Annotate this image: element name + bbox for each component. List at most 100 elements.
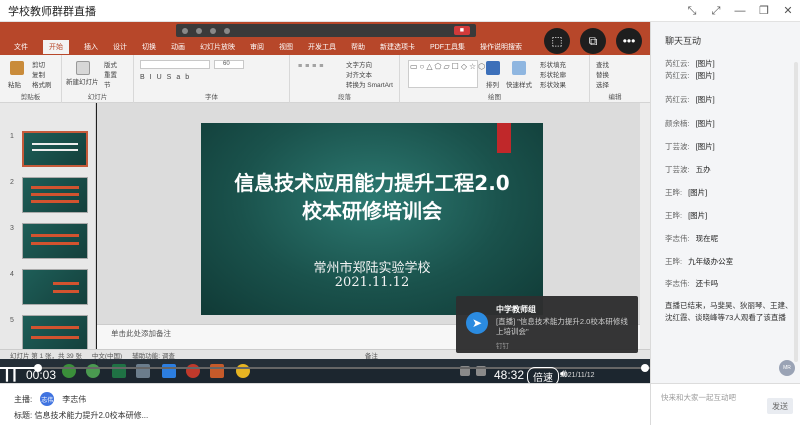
host-row: 主播: 志伟 李志伟 — [14, 392, 86, 406]
ribbon-group-label: 编辑 — [608, 94, 622, 101]
notification-source: 钉钉 — [496, 343, 509, 350]
avatar: 志伟 — [40, 392, 55, 406]
ribbon-item-shape-effects: 形状效果 — [540, 82, 566, 89]
notification-popup[interactable]: ➤ 中学教师组 [直播] "信息技术能力提升2.0校本研修线上培训会" 钉钉 — [456, 296, 638, 353]
ribbon-item-cut: 剪切 — [32, 62, 45, 69]
window-titlebar: 学校教师群群直播 ⤡ ⤢ — ❐ ✕ — [0, 0, 800, 22]
host-label: 主播: — [14, 394, 33, 404]
chat-message: 李志伟: 还卡吗 — [665, 279, 719, 288]
ribbon-item-paste: 粘贴 — [8, 82, 21, 89]
ribbon-group-label: 段落 — [338, 94, 351, 101]
current-slide: 信息技术应用能力提升工程2.0 校本研修培训会 常州市郑陆实验学校 2021.1… — [201, 123, 543, 315]
slide-scrollbar — [640, 103, 650, 369]
tab-view: 视图 — [279, 44, 293, 51]
like-badge[interactable]: MR — [779, 360, 795, 376]
slide-title-line2: 校本研修培训会 — [302, 199, 442, 223]
ribbon-group-editing: 查找 替换 选择 编辑 — [590, 55, 640, 103]
ribbon-item-section: 节 — [104, 82, 111, 89]
status-accessibility: 辅助功能: 调查 — [132, 352, 175, 360]
system-message: 直播已结束，马斐昊、狄丽琴、王建、沈红霞、谈晓峰等73人观看了该直播 — [665, 301, 793, 322]
ribbon-group-label: 字体 — [205, 94, 218, 101]
topic-text: 信息技术能力提升2.0校本研修... — [34, 411, 149, 420]
tab-slideshow: 幻灯片放映 — [200, 44, 235, 51]
close-icon[interactable]: ✕ — [782, 0, 794, 22]
ribbon-item-quick-styles: 快速样式 — [506, 82, 532, 89]
shapes-gallery: ▭○△⬠▱☐◇☆⬡ — [408, 60, 485, 88]
chat-message: 丁芸波: 五办 — [665, 165, 711, 174]
volume-icon[interactable]: 🔊︎ — [560, 368, 567, 381]
popout-button[interactable]: ⧉ — [580, 28, 606, 54]
fullscreen-icon[interactable]: ⤢ — [710, 0, 722, 22]
notes-placeholder: 单击此处添加备注 — [111, 329, 171, 338]
tab-design: 设计 — [113, 44, 127, 51]
slide-number: 4 — [10, 271, 14, 278]
chat-input-placeholder[interactable]: 快来和大家一起互动吧 — [661, 392, 736, 403]
ribbon-group-label: 幻灯片 — [87, 94, 108, 101]
current-time: 00:03 — [26, 368, 57, 382]
slide-thumb-2 — [22, 177, 88, 213]
tab-pdf: PDF工具集 — [430, 44, 465, 51]
tab-file: 文件 — [14, 44, 28, 51]
ribbon-item-layout: 版式 — [104, 62, 117, 69]
slide-school: 常州市郑陆实验学校 — [313, 261, 431, 276]
topic-label: 标题: — [14, 411, 33, 420]
chat-header: 聊天互动 — [665, 36, 702, 46]
tab-review: 审阅 — [250, 44, 264, 51]
quick-styles-icon — [512, 61, 526, 75]
topic-row: 标题: 信息技术能力提升2.0校本研修... — [14, 410, 148, 421]
notification-message: [直播] "信息技术能力提升2.0校本研修线上培训会" — [496, 317, 628, 336]
chat-input-area[interactable]: 快来和大家一起互动吧 发送 — [651, 383, 800, 425]
new-slide-icon — [76, 61, 90, 75]
chat-message: 芮红云: [图片] — [665, 59, 715, 68]
restore-icon[interactable]: ❐ — [758, 0, 770, 22]
meeting-toolbar: ■ — [176, 24, 476, 37]
chat-message: 王晔: [图片] — [665, 188, 708, 197]
tab-new: 新建选项卡 — [380, 44, 415, 51]
chat-message: 芮红云: [图片] — [665, 95, 715, 104]
ribbon-item-shape-fill: 形状填充 — [540, 62, 566, 69]
ribbon-item-replace: 替换 — [596, 72, 609, 79]
ribbon-group-slides: 新建幻灯片 版式 重置 节 幻灯片 — [62, 55, 134, 103]
send-button[interactable]: 发送 — [767, 398, 793, 414]
slide-accent-bar — [497, 123, 511, 153]
ribbon-item-text-direction: 文字方向 — [346, 62, 372, 69]
ribbon-item-select: 选择 — [596, 82, 609, 89]
ribbon-item-find: 查找 — [596, 62, 609, 69]
tab-insert: 插入 — [84, 44, 98, 51]
slide-title-line1: 信息技术应用能力提升工程2.0 — [234, 171, 510, 195]
live-action-buttons: ⬚ ⧉ ••• — [544, 28, 642, 54]
ribbon-item-arrange: 排列 — [486, 82, 499, 89]
slide-number: 5 — [10, 317, 14, 324]
screen-share-button[interactable]: ⬚ — [544, 28, 570, 54]
tab-developer: 开发工具 — [308, 44, 336, 51]
pause-button[interactable]: ▎▎ — [6, 369, 22, 382]
minimize-icon[interactable]: — — [734, 0, 746, 22]
window-title: 学校教师群群直播 — [8, 5, 96, 18]
arrange-icon — [486, 61, 500, 75]
ribbon: 粘贴 剪切 复制 格式刷 剪贴板 新建幻灯片 版式 重置 节 幻灯片 60 BI… — [0, 55, 650, 103]
live-video[interactable]: ■ 文件 开始 插入 设计 切换 动画 幻灯片放映 审阅 视图 开发工具 帮助 … — [0, 22, 650, 383]
status-language: 中文(中国) — [91, 352, 123, 360]
ribbon-group-label: 绘图 — [488, 94, 501, 101]
total-time: 48:32 — [494, 368, 525, 382]
ribbon-item-shape-outline: 形状轮廓 — [540, 72, 566, 79]
notification-title: 中学教师组 — [496, 305, 536, 314]
chat-message: 丁芸波: [图片] — [665, 142, 715, 151]
status-slide-count: 幻灯片 第 1 张，共 39 张 — [10, 352, 82, 360]
ribbon-item-align-text: 对齐文本 — [346, 72, 372, 79]
ribbon-item-reset: 重置 — [104, 72, 117, 79]
window-controls: ⤡ ⤢ — ❐ ✕ — [686, 0, 794, 22]
font-style-buttons: BIUSab — [140, 74, 195, 81]
ribbon-group-paragraph: 文字方向 对齐文本 转换为 SmartArt ≡≡≡≡ 段落 — [290, 55, 400, 103]
chat-message: 芮红云: [图片] — [665, 71, 715, 80]
slide-thumbnails: 1 2 3 4 5 — [0, 103, 96, 369]
more-button[interactable]: ••• — [616, 28, 642, 54]
fullscreen-toggle[interactable] — [641, 364, 649, 372]
slide-number: 2 — [10, 179, 14, 186]
chat-message: 李志伟: 现在呢 — [665, 234, 719, 243]
chat-message: 颜余楠: [图片] — [665, 119, 715, 128]
slide-thumb-3 — [22, 223, 88, 259]
speed-button[interactable]: 倍速 — [527, 367, 559, 383]
shrink-icon[interactable]: ⤡ — [686, 0, 698, 22]
font-name-box — [140, 60, 210, 69]
